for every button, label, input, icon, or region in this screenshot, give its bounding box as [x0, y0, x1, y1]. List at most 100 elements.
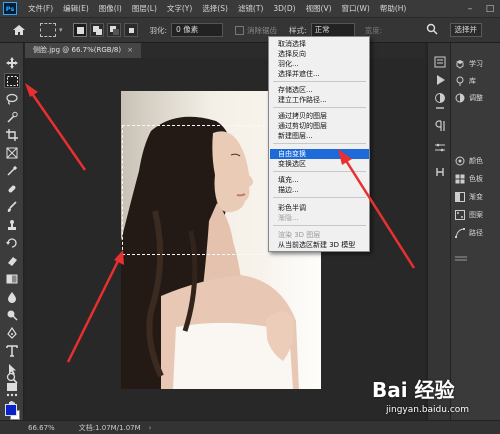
panel-swatches[interactable]: 色板: [455, 172, 500, 186]
gradient-tool-icon[interactable]: [4, 271, 20, 286]
quick-select-tool-icon[interactable]: [4, 109, 20, 124]
window-controls: – □: [460, 0, 500, 17]
add-selection-icon[interactable]: [89, 23, 104, 37]
new-selection-icon[interactable]: [72, 23, 87, 37]
select-subject-button[interactable]: 选择并: [449, 23, 482, 37]
ctx-transform-selection[interactable]: 变换选区: [270, 159, 369, 169]
ctx-fade: 渐隐...: [278, 214, 299, 222]
rect-marquee-tool-icon[interactable]: [4, 73, 20, 88]
clone-stamp-tool-icon[interactable]: [4, 217, 20, 232]
style-select[interactable]: 正常: [310, 23, 355, 37]
panel-gradients-label: 渐变: [469, 193, 483, 201]
ctx-color-halftone[interactable]: 彩色半调: [270, 203, 369, 213]
panel-menu-icon[interactable]: [455, 255, 475, 263]
panel-patterns-label: 图案: [469, 211, 483, 219]
menu-layer[interactable]: 图层(L): [127, 0, 162, 17]
panel-color[interactable]: 颜色: [455, 154, 500, 168]
paragraph-icon[interactable]: [433, 119, 446, 132]
patterns-icon: [455, 210, 465, 220]
selection-marquee: [122, 125, 285, 255]
panel-patterns[interactable]: 图案: [455, 208, 500, 222]
marquee-preset-icon[interactable]: [40, 23, 56, 37]
width-label: 宽度:: [364, 25, 383, 35]
history-icon[interactable]: [433, 55, 446, 68]
healing-brush-tool-icon[interactable]: [4, 181, 20, 196]
subtract-selection-icon[interactable]: [106, 23, 121, 37]
maximize-icon[interactable]: □: [480, 0, 500, 17]
more-tools-icon[interactable]: [4, 387, 20, 402]
menu-select[interactable]: 选择(S): [197, 0, 233, 17]
ctx-new-layer[interactable]: 新建图层...: [270, 131, 369, 141]
menu-image[interactable]: 图像(I): [94, 0, 127, 17]
ctx-free-transform[interactable]: 自由变换: [270, 149, 369, 159]
menu-edit[interactable]: 编辑(E): [58, 0, 94, 17]
character-icon[interactable]: [433, 141, 446, 154]
chevron-down-icon[interactable]: ▾: [59, 26, 63, 34]
feather-input[interactable]: 0 像素: [171, 23, 224, 37]
ctx-select-inverse[interactable]: 选择反向: [270, 49, 369, 59]
menu-view[interactable]: 视图(V): [301, 0, 337, 17]
zoom-tool-icon[interactable]: [4, 370, 20, 385]
ctx-new-3d-from-selection[interactable]: 从当前选区新建 3D 模型: [270, 240, 369, 250]
document-info: 文档:1.07M/1.07M: [78, 423, 141, 432]
panel-paths-label: 路径: [469, 229, 483, 237]
home-icon[interactable]: [8, 20, 30, 40]
dodge-tool-icon[interactable]: [4, 307, 20, 322]
crop-tool-icon[interactable]: [4, 127, 20, 142]
ctx-save-selection[interactable]: 存储选区...: [270, 85, 369, 95]
eyedropper-tool-icon[interactable]: [4, 163, 20, 178]
glyphs-icon[interactable]: [433, 165, 446, 178]
search-icon[interactable]: [426, 23, 440, 37]
watermark-url: jingyan.baidu.com: [386, 405, 470, 415]
panel-libraries[interactable]: 库: [455, 74, 500, 88]
menu-help[interactable]: 帮助(H): [375, 0, 412, 17]
foreground-color-swatch[interactable]: [5, 404, 17, 416]
checkbox-icon: [235, 25, 245, 35]
menu-file[interactable]: 文件(F): [23, 0, 58, 17]
options-bar: ▾ 羽化: 0 像素 消除锯齿 样式: 正常 宽度: 选择并: [0, 17, 500, 43]
panel-learn-label: 学习: [469, 60, 483, 68]
chevron-right-icon[interactable]: ›: [149, 424, 152, 432]
minimize-icon[interactable]: –: [460, 0, 480, 17]
move-tool-icon[interactable]: [4, 55, 20, 70]
tools-panel: [0, 43, 24, 420]
antialias-checkbox: 消除锯齿: [235, 25, 277, 36]
menu-filter[interactable]: 滤镜(T): [233, 0, 268, 17]
swatches-icon: [455, 174, 465, 184]
ctx-deselect[interactable]: 取消选择: [270, 39, 369, 49]
panel-paths[interactable]: 路径: [455, 226, 500, 240]
pen-tool-icon[interactable]: [4, 325, 20, 340]
type-tool-icon[interactable]: [4, 343, 20, 358]
lasso-tool-icon[interactable]: [4, 91, 20, 106]
panel-gradients[interactable]: 渐变: [455, 190, 500, 204]
frame-tool-icon[interactable]: [4, 145, 20, 160]
menu-3d[interactable]: 3D(D): [268, 0, 300, 17]
baidu-jingyan-watermark: Bai 经验 jingyan.baidu.com: [372, 372, 492, 426]
ctx-make-work-path[interactable]: 建立工作路径...: [270, 95, 369, 105]
menu-divider: [273, 143, 366, 144]
document-tab[interactable]: 侧脸.jpg @ 66.7%(RGB/8) ×: [25, 43, 141, 58]
ctx-stroke[interactable]: 描边...: [270, 185, 369, 195]
ctx-layer-via-copy[interactable]: 通过拷贝的图层: [270, 111, 369, 121]
panel-learn[interactable]: 学习: [455, 57, 500, 71]
brush-tool-icon[interactable]: [4, 199, 20, 214]
close-icon[interactable]: ×: [127, 46, 133, 54]
blur-tool-icon[interactable]: [4, 289, 20, 304]
eraser-tool-icon[interactable]: [4, 253, 20, 268]
menu-divider: [273, 171, 366, 172]
menu-divider: [273, 197, 366, 198]
ctx-fill[interactable]: 填充...: [270, 175, 369, 185]
ctx-select-and-mask[interactable]: 选择并遮住...: [270, 69, 369, 79]
photoshop-logo: Ps: [3, 2, 17, 15]
history-brush-tool-icon[interactable]: [4, 235, 20, 250]
ctx-layer-via-cut[interactable]: 通过剪切的图层: [270, 121, 369, 131]
menu-window[interactable]: 窗口(W): [337, 0, 375, 17]
menu-type[interactable]: 文字(Y): [162, 0, 197, 17]
intersect-selection-icon[interactable]: [123, 23, 138, 37]
actions-play-icon[interactable]: [433, 73, 446, 86]
ctx-feather[interactable]: 羽化...: [270, 59, 369, 69]
zoom-level[interactable]: 66.67%: [28, 424, 55, 432]
brush-settings-icon[interactable]: [433, 101, 446, 114]
panels-dock: 学习 库 调整 颜色 色板 渐变 图案 路径: [451, 43, 500, 420]
panel-adjustments[interactable]: 调整: [455, 91, 500, 105]
